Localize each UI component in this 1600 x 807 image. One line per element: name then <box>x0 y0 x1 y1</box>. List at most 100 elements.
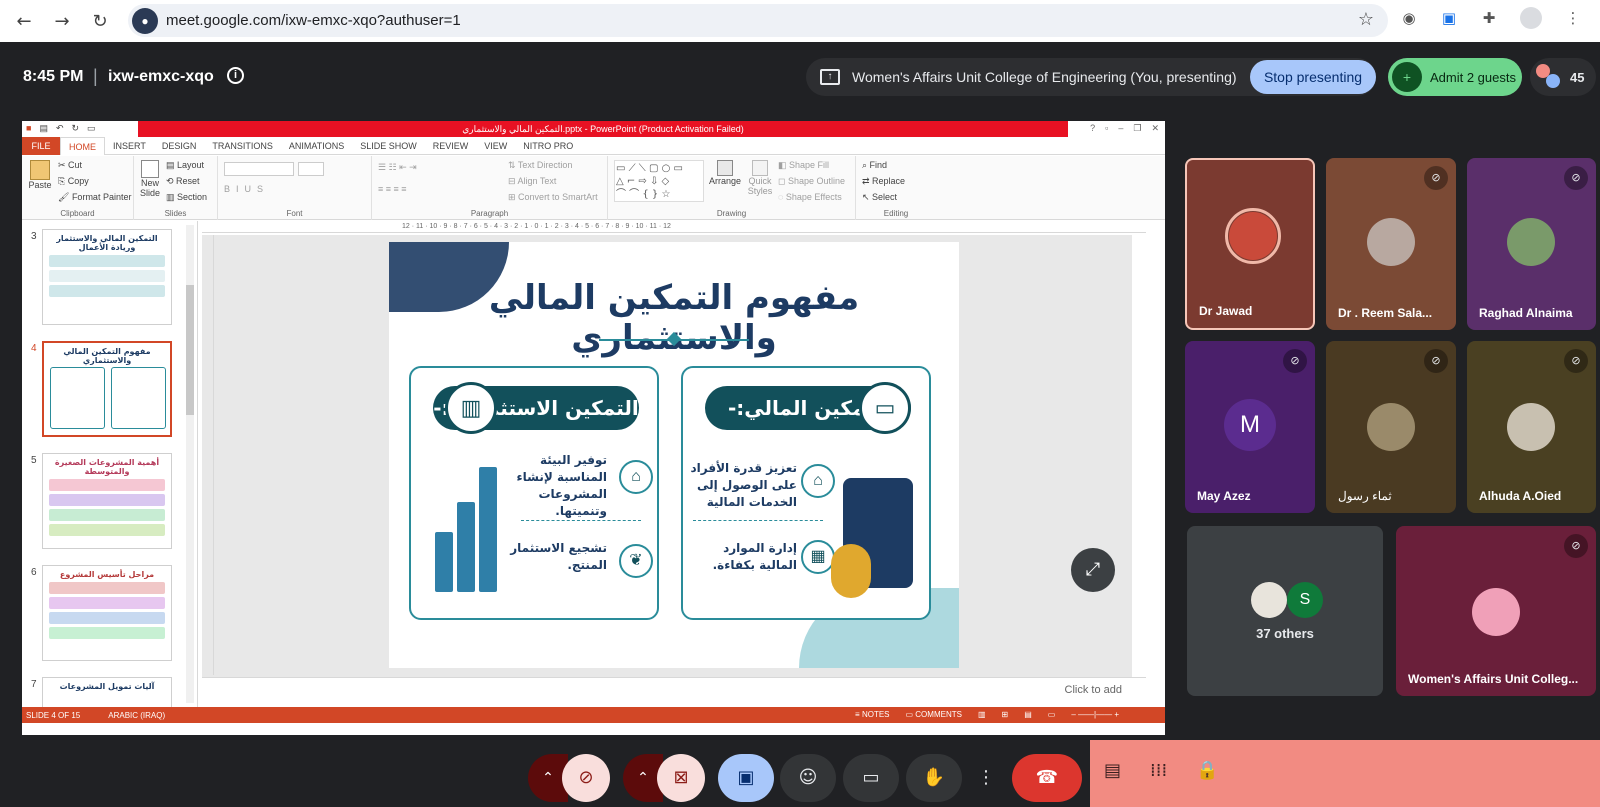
tab-nitro-pro[interactable]: NITRO PRO <box>515 137 581 155</box>
chat-icon[interactable]: ▤ <box>1104 760 1121 781</box>
admit-guests-button[interactable]: + Admit 2 guests <box>1388 58 1522 96</box>
convert-smartart-button[interactable]: ⊞ Convert to SmartArt <box>508 192 598 203</box>
info-icon[interactable]: i <box>227 67 244 84</box>
redo-icon[interactable]: ↻ <box>72 123 80 134</box>
shape-outline-button[interactable]: ◻ Shape Outline <box>778 176 845 187</box>
slide-sorter-icon[interactable]: ⊞ <box>1002 710 1009 719</box>
participant-tile[interactable]: ⊘ M May Azez <box>1185 341 1315 513</box>
tab-transitions[interactable]: TRANSITIONS <box>204 137 281 155</box>
tab-home[interactable]: HOME <box>60 136 105 155</box>
format-painter-button[interactable]: 🖌 Format Painter <box>58 192 131 203</box>
shape-effects-button[interactable]: ◌ Shape Effects <box>778 192 842 202</box>
more-options-icon[interactable]: ⋮ <box>969 754 1003 802</box>
current-slide[interactable]: مفهوم التمكين المالي والاستثماري التمكين… <box>389 242 959 668</box>
grammarly-icon[interactable]: ◉ <box>1400 9 1418 27</box>
mic-off-icon[interactable]: ⊘ <box>562 754 610 802</box>
arrange-icon <box>717 160 733 176</box>
emoji-icon[interactable]: ☺ <box>780 754 836 802</box>
tab-file[interactable]: FILE <box>22 136 60 155</box>
notes-pane[interactable]: Click to add <box>202 677 1146 705</box>
people-button[interactable]: 45 <box>1530 58 1596 96</box>
ribbon-display-icon[interactable]: ▫ <box>1105 123 1108 134</box>
activities-icon[interactable]: ⁞⁞⁞ <box>1150 760 1167 781</box>
minimize-icon[interactable]: – <box>1118 123 1123 134</box>
comments-toggle[interactable]: ▭ COMMENTS <box>906 710 962 719</box>
tab-slide-show[interactable]: SLIDE SHOW <box>352 137 425 155</box>
slide-thumbnail[interactable]: مفهوم التمكين المالي والاستثماري <box>42 341 172 437</box>
tab-animations[interactable]: ANIMATIONS <box>281 137 352 155</box>
paste-button[interactable]: Paste <box>26 160 54 190</box>
slide-thumbnail[interactable]: التمكين المالي والاستثمار وريادة الأعمال <box>42 229 172 325</box>
participant-tile[interactable]: ⊘ Raghad Alnaima <box>1467 158 1596 330</box>
present-icon[interactable]: ▭ <box>87 123 96 134</box>
arrow-right-icon[interactable]: → <box>48 7 76 35</box>
bookmark-star-icon[interactable]: ☆ <box>1358 9 1374 30</box>
save-icon[interactable]: ▤ <box>39 123 48 134</box>
cut-button[interactable]: ✂ Cut <box>58 160 82 171</box>
expand-presentation-icon[interactable]: ⤢ <box>1071 548 1115 592</box>
tab-insert[interactable]: INSERT <box>105 137 154 155</box>
participant-tile[interactable]: ⊘ Women's Affairs Unit Colleg... <box>1396 526 1596 696</box>
layout-button[interactable]: ▤ Layout <box>166 160 204 171</box>
host-controls-icon[interactable]: 🔒 <box>1196 760 1218 781</box>
section-button[interactable]: ▥ Section <box>166 192 207 203</box>
close-icon[interactable]: ✕ <box>1151 123 1159 134</box>
zoom-slider[interactable]: – ——|—— + <box>1071 710 1119 719</box>
microphone-icon[interactable]: ● <box>132 7 158 34</box>
restore-icon[interactable]: ❐ <box>1133 123 1141 134</box>
align-text-button[interactable]: ⊟ Align Text <box>508 176 556 187</box>
align-buttons[interactable]: ≡ ≡ ≡ ≡ <box>378 184 407 194</box>
slide-thumbnail[interactable]: مراحل تأسيس المشروع <box>42 565 172 661</box>
new-slide-button[interactable]: New Slide <box>136 160 164 198</box>
thumbnails-scrollbar[interactable] <box>186 225 194 703</box>
undo-icon[interactable]: ↶ <box>56 123 64 134</box>
screen-capture-icon[interactable]: ▣ <box>1440 9 1458 27</box>
scrollbar-handle[interactable] <box>186 285 194 415</box>
others-tile[interactable]: S 37 others <box>1187 526 1383 696</box>
reload-icon[interactable]: ↻ <box>86 7 114 35</box>
raise-hand-icon[interactable]: ✋ <box>906 754 962 802</box>
participant-tile[interactable]: Dr Jawad <box>1185 158 1315 330</box>
thumb-band <box>49 627 165 639</box>
stop-presenting-button[interactable]: Stop presenting <box>1250 60 1376 94</box>
slideshow-view-icon[interactable]: ▭ <box>1048 710 1056 719</box>
replace-button[interactable]: ⇄ Replace <box>862 176 905 187</box>
list-buttons[interactable]: ☰ ☷ ⇤ ⇥ <box>378 162 417 173</box>
end-call-icon[interactable]: ☎ <box>1012 754 1082 802</box>
normal-view-icon[interactable]: ▥ <box>978 710 986 719</box>
tab-design[interactable]: DESIGN <box>154 137 205 155</box>
reading-view-icon[interactable]: ▤ <box>1024 710 1032 719</box>
quick-styles-button[interactable]: Quick Styles <box>744 160 776 196</box>
captions-icon[interactable]: ▭ <box>843 754 899 802</box>
language-indicator[interactable]: ARABIC (IRAQ) <box>108 711 165 720</box>
shapes-gallery[interactable]: ▭ ⟋ ⟍ ▢ ○ ▭ △ ⌐ ⇨ ⇩ ◇ ⌒ ⌒ { } ☆ <box>614 160 704 202</box>
select-button[interactable]: ↖ Select <box>862 192 897 203</box>
present-screen-icon[interactable]: ▣ <box>718 754 774 802</box>
participant-tile[interactable]: ⊘ Dr . Reem Sala... <box>1326 158 1456 330</box>
puzzle-icon[interactable]: ✚ <box>1480 9 1498 27</box>
text-direction-button[interactable]: ⇅ Text Direction <box>508 160 572 171</box>
arrange-button[interactable]: Arrange <box>708 160 742 186</box>
font-size-select[interactable] <box>298 162 324 176</box>
help-icon[interactable]: ? <box>1090 123 1095 134</box>
participant-tile[interactable]: ⊘ ثماء رسول <box>1326 341 1456 513</box>
shape-fill-button[interactable]: ◧ Shape Fill <box>778 160 829 171</box>
find-button[interactable]: ⌕ Find <box>862 160 887 171</box>
participant-tile[interactable]: ⊘ Alhuda A.Oied <box>1467 341 1596 513</box>
thumb-title: آليات تمويل المشروعات <box>59 682 155 691</box>
kebab-menu-icon[interactable]: ⋮ <box>1564 9 1582 27</box>
tab-review[interactable]: REVIEW <box>425 137 477 155</box>
address-bar[interactable]: ● meet.google.com/ixw-emxc-xqo?authuser=… <box>128 4 1388 37</box>
slide-thumbnail[interactable]: أهمية المشروعات الصغيرة والمتوسطة <box>42 453 172 549</box>
arrow-left-icon[interactable]: ← <box>10 7 38 35</box>
camera-off-icon[interactable]: ⊠ <box>657 754 705 802</box>
notes-toggle[interactable]: ≡ NOTES <box>855 710 889 719</box>
profile-avatar[interactable] <box>1520 7 1542 29</box>
url-text[interactable]: meet.google.com/ixw-emxc-xqo?authuser=1 <box>166 12 461 29</box>
font-format-buttons[interactable]: BIUS <box>224 184 269 194</box>
copy-button[interactable]: ⎘ Copy <box>58 176 89 187</box>
reset-button[interactable]: ⟲ Reset <box>166 176 200 187</box>
tab-view[interactable]: VIEW <box>476 137 515 155</box>
slide-thumbnail[interactable]: آليات تمويل المشروعات <box>42 677 172 707</box>
font-family-select[interactable] <box>224 162 294 176</box>
